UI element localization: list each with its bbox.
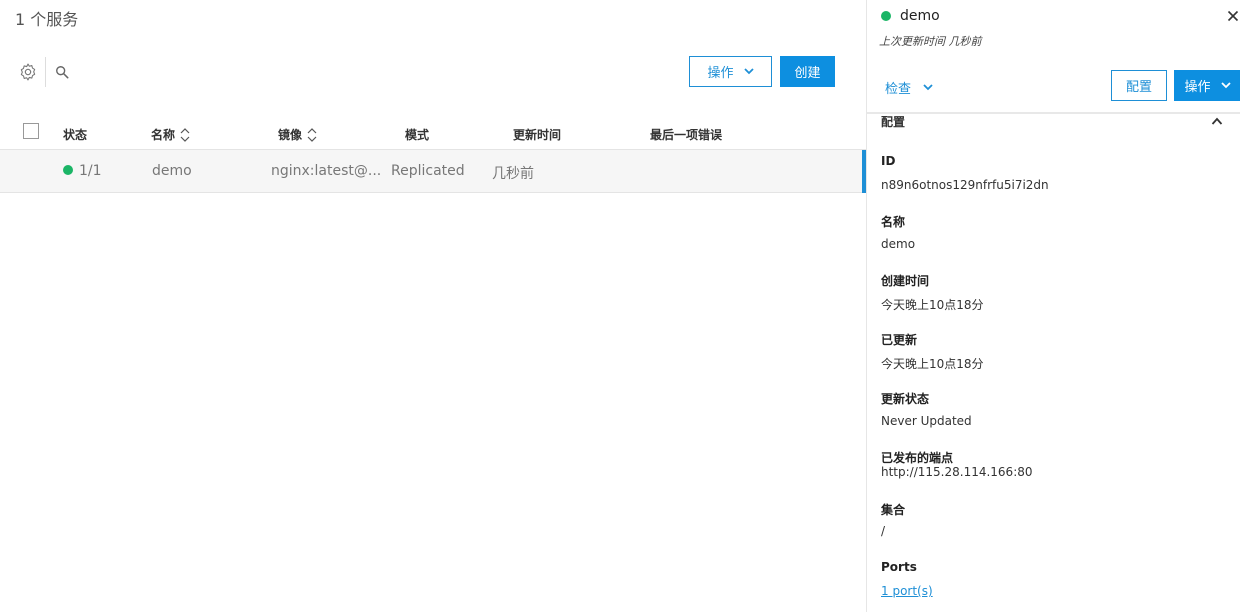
toolbar-divider [45,57,46,87]
service-list: 1 个服务 操作 创建 状态 名称 镜像 模式 更新时间 最后一项错误 1/1 … [0,0,866,612]
last-updated-text: 上次更新时间 几秒前 [879,35,982,48]
column-last-error: 最后一项错误 [650,128,723,142]
list-actions-label: 操作 [707,66,734,81]
row-mode: Replicated [391,163,465,179]
sort-icon [307,127,317,142]
page-title: 1 个服务 [15,10,79,29]
panel-actions-label: 操作 [1184,80,1211,95]
field-created-value: 今天晚上10点18分 [881,298,984,312]
field-id-value: n89n6otnos129nfrfu5i7i2dn [881,178,1049,192]
row-updated: 几秒前 [492,166,534,182]
field-update-status-label: 更新状态 [881,392,930,406]
column-name[interactable]: 名称 [151,126,191,143]
field-id-label: ID [881,154,896,168]
row-image: nginx:latest@... [271,163,382,179]
create-button[interactable]: 创建 [780,56,835,87]
row-name[interactable]: demo [152,163,192,179]
select-all-checkbox[interactable] [23,123,39,139]
field-endpoints-label: 已发布的端点 [881,451,954,465]
field-ports-label: Ports [881,560,917,574]
selected-row-indicator [862,150,866,193]
field-update-status-value: Never Updated [881,414,972,428]
search-icon[interactable] [55,65,69,79]
close-icon[interactable] [1227,10,1239,22]
field-created-label: 创建时间 [881,274,930,288]
config-button[interactable]: 配置 [1111,70,1167,101]
column-status: 状态 [63,128,88,142]
table-header: 状态 名称 镜像 模式 更新时间 最后一项错误 [0,114,866,150]
list-actions-button[interactable]: 操作 [689,56,772,87]
field-modified-label: 已更新 [881,333,918,347]
inspect-label: 检查 [885,82,912,97]
panel-actions-button[interactable]: 操作 [1174,70,1240,101]
config-section-title: 配置 [881,115,906,129]
column-image[interactable]: 镜像 [278,126,318,143]
field-endpoints-value: http://115.28.114.166:80 [881,465,1033,479]
table-row[interactable]: 1/1 demo nginx:latest@... Replicated 几秒前 [0,150,866,193]
chevron-down-icon [1220,82,1231,89]
panel-divider [867,112,1240,114]
panel-service-name: demo [900,8,940,24]
panel-title: demo [881,8,940,24]
chevron-up-icon[interactable] [1211,116,1223,126]
field-stack-value: / [881,524,886,538]
field-name-label: 名称 [881,215,906,229]
row-status: 1/1 [63,163,102,179]
column-updated: 更新时间 [513,128,562,142]
status-running-icon [63,165,73,175]
ports-link[interactable]: 1 port(s) [881,584,933,598]
service-detail-panel: demo 上次更新时间 几秒前 检查 配置 操作 配置 ID n89n6otno… [862,0,1240,612]
column-mode: 模式 [405,128,430,142]
chevron-down-icon [743,68,754,75]
sort-icon [180,127,190,142]
inspect-dropdown[interactable]: 检查 [885,78,933,97]
field-name-value: demo [881,237,916,251]
field-stack-label: 集合 [881,503,906,517]
status-running-icon [881,11,891,21]
field-modified-value: 今天晚上10点18分 [881,357,984,371]
gear-icon[interactable] [18,62,38,82]
chevron-down-icon [923,84,933,91]
